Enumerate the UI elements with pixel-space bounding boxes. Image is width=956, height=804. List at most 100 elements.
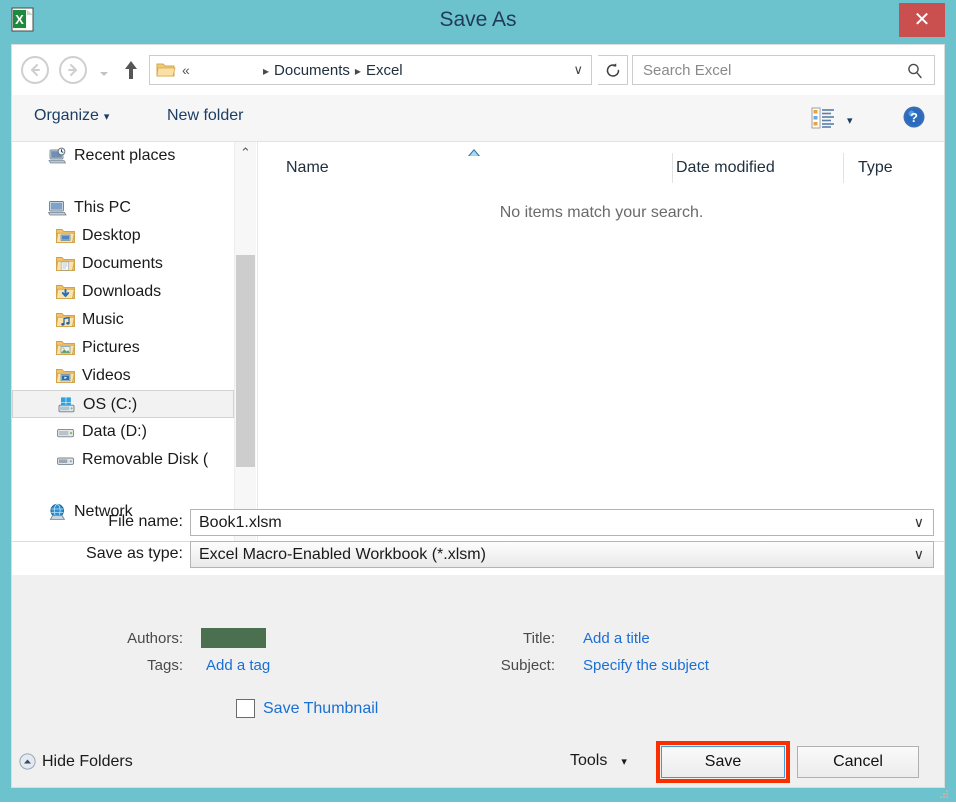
sidebar-item-label: OS (C:) — [83, 396, 138, 413]
organize-button[interactable]: Organize ▾ — [34, 107, 109, 125]
column-header-name[interactable]: Name — [286, 152, 329, 184]
history-dropdown-icon[interactable] — [98, 66, 110, 76]
resize-grip-icon[interactable] — [939, 786, 949, 798]
column-divider-1[interactable] — [672, 153, 673, 183]
sidebar-scroll-thumb[interactable] — [236, 255, 255, 467]
title-bar: X Save As ✕ — [0, 0, 956, 40]
chevron-down-icon: ▾ — [621, 756, 627, 768]
forward-button[interactable] — [59, 56, 87, 84]
sidebar-scrollbar[interactable]: ⌃ ⌄ — [234, 142, 256, 541]
documents-folder-icon — [56, 255, 75, 273]
list-view-icon[interactable] — [811, 107, 835, 129]
search-input[interactable]: Search Excel — [643, 61, 731, 80]
hide-folders-label: Hide Folders — [42, 753, 133, 770]
sidebar-item-desktop[interactable]: Desktop — [12, 222, 234, 250]
column-header-date-modified[interactable]: Date modified — [676, 152, 775, 184]
specify-the-subject-link[interactable]: Specify the subject — [583, 657, 709, 674]
os-drive-icon — [57, 396, 76, 414]
subject-label: Subject: — [500, 657, 555, 674]
navigation-bar: « ▸ Documents ▸ Excel ∨ Search Excel — [12, 45, 944, 95]
authors-value-redacted[interactable] — [201, 628, 266, 648]
up-arrow-icon[interactable] — [120, 58, 142, 82]
command-toolbar: Organize ▾ New folder ▾ ? — [12, 95, 944, 142]
refresh-icon — [606, 63, 620, 77]
file-name-dropdown-caret[interactable]: ∨ — [914, 514, 924, 531]
breadcrumb-overflow[interactable]: « — [182, 61, 190, 80]
add-a-title-link[interactable]: Add a title — [583, 630, 650, 647]
file-name-value: Book1.xlsm — [199, 514, 282, 531]
tools-label: Tools — [570, 752, 608, 769]
breadcrumb-separator-1: ▸ — [354, 64, 361, 78]
scroll-up-icon[interactable]: ⌃ — [235, 142, 256, 163]
sidebar-item-videos[interactable]: Videos — [12, 362, 234, 390]
videos-folder-icon — [56, 367, 75, 385]
sidebar-item-label: Music — [82, 311, 124, 328]
music-folder-icon — [56, 311, 75, 329]
save-thumbnail-checkbox[interactable] — [236, 699, 255, 718]
save-thumbnail-label[interactable]: Save Thumbnail — [263, 699, 378, 718]
address-bar[interactable]: « ▸ Documents ▸ Excel ∨ — [149, 55, 592, 85]
save-as-type-dropdown-caret[interactable]: ∨ — [914, 546, 924, 563]
add-a-tag-link[interactable]: Add a tag — [206, 657, 270, 674]
sidebar-item-documents[interactable]: Documents — [12, 250, 234, 278]
sidebar-item-label: Removable Disk ( — [82, 451, 209, 468]
this-pc-icon — [47, 199, 67, 217]
sidebar-item-downloads[interactable]: Downloads — [12, 278, 234, 306]
refresh-button[interactable] — [598, 55, 628, 85]
sidebar-item-label: Recent places — [74, 147, 176, 164]
save-as-type-select[interactable]: Excel Macro-Enabled Workbook (*.xlsm) ∨ — [190, 541, 934, 568]
navigation-pane: Recent places This PC Desktop Documents Down… — [12, 142, 234, 541]
tags-label: Tags: — [147, 657, 183, 674]
sidebar-item-this-pc[interactable]: This PC — [12, 194, 234, 222]
sidebar-item-data-d[interactable]: Data (D:) — [12, 418, 234, 446]
sidebar-item-removable-disk[interactable]: Removable Disk ( — [12, 446, 234, 474]
dialog-body: « ▸ Documents ▸ Excel ∨ Search Excel Org… — [11, 44, 945, 788]
column-header-type[interactable]: Type — [858, 152, 893, 184]
sidebar-item-os-c[interactable]: OS (C:) — [12, 390, 234, 418]
view-dropdown-caret[interactable]: ▾ — [847, 114, 853, 127]
sidebar-item-label: Data (D:) — [82, 423, 147, 440]
sidebar-item-label: This PC — [74, 199, 131, 216]
breadcrumb-separator-0: ▸ — [263, 64, 270, 78]
file-name-label: File name: — [108, 513, 183, 530]
breadcrumb-item-excel[interactable]: Excel — [366, 62, 403, 79]
close-button[interactable]: ✕ — [899, 3, 945, 37]
pictures-folder-icon — [56, 339, 75, 357]
desktop-folder-icon — [56, 227, 75, 245]
new-folder-button[interactable]: New folder — [167, 107, 243, 125]
back-arrow-icon — [31, 64, 40, 76]
authors-label: Authors: — [127, 630, 183, 647]
address-dropdown-caret[interactable]: ∨ — [573, 62, 583, 78]
sidebar-item-label: Downloads — [82, 283, 162, 300]
save-as-dialog: X Save As ✕ « ▸ Documents ▸ Excel ∨ Sear… — [0, 0, 956, 802]
column-divider-2[interactable] — [843, 153, 844, 183]
sort-ascending-icon — [467, 144, 481, 156]
save-as-type-value: Excel Macro-Enabled Workbook (*.xlsm) — [199, 546, 486, 563]
sidebar-item-label: Videos — [82, 367, 131, 384]
sidebar-item-music[interactable]: Music — [12, 306, 234, 334]
forward-arrow-icon — [68, 64, 77, 76]
removable-disk-icon — [56, 451, 75, 469]
folder-icon — [156, 61, 176, 79]
file-list-pane: Name Date modified Type No items match y… — [257, 142, 944, 541]
sidebar-item-label: Documents — [82, 255, 163, 272]
sidebar-item-recent-places[interactable]: Recent places — [12, 142, 234, 170]
empty-list-message: No items match your search. — [499, 204, 704, 221]
tools-button[interactable]: Tools ▾ — [570, 752, 627, 770]
organize-label: Organize — [34, 107, 99, 124]
breadcrumb-item-documents[interactable]: Documents — [274, 62, 350, 79]
help-icon[interactable]: ? — [902, 105, 926, 129]
sidebar-item-pictures[interactable]: Pictures — [12, 334, 234, 362]
cancel-button[interactable]: Cancel — [797, 746, 919, 778]
search-box[interactable]: Search Excel — [632, 55, 935, 85]
back-button[interactable] — [21, 56, 49, 84]
save-as-type-label: Save as type: — [86, 545, 183, 562]
file-name-input[interactable]: Book1.xlsm ∨ — [190, 509, 934, 536]
save-button[interactable]: Save — [661, 746, 785, 778]
breadcrumb: ▸ Documents ▸ Excel — [258, 60, 403, 82]
drive-icon — [56, 423, 75, 441]
search-icon — [906, 62, 924, 80]
svg-text:?: ? — [910, 110, 918, 125]
